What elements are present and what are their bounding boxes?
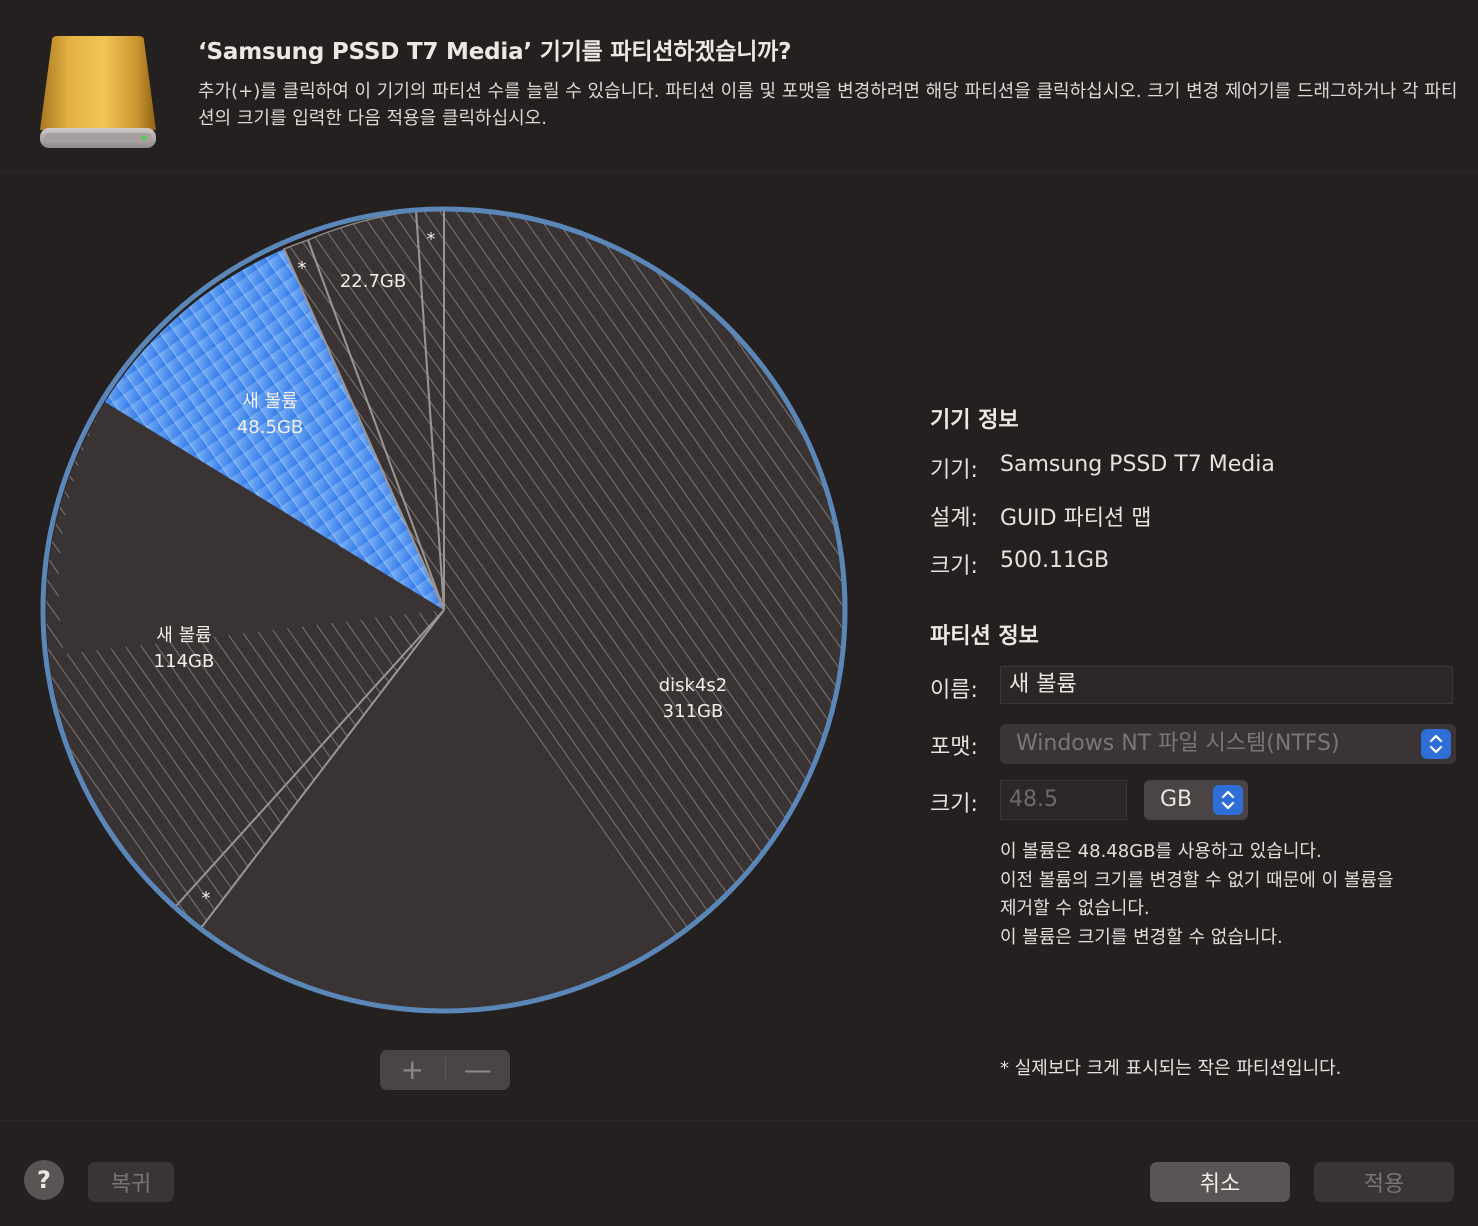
remove-partition-button[interactable]: — — [446, 1050, 511, 1090]
note-line: 제거할 수 없습니다. — [1000, 898, 1150, 919]
segment-label-volume48-size: 48.5GB — [237, 417, 303, 438]
segment-marker-bottom: * — [202, 888, 211, 909]
apply-button[interactable]: 적용 — [1314, 1162, 1454, 1202]
dialog-description: 추가(+)를 클릭하여 이 기기의 파티션 수를 늘릴 수 있습니다. 파티션 … — [198, 81, 1458, 129]
device-label: 기기: — [930, 458, 978, 483]
partition-pie-chart[interactable]: disk4s2 311GB * 새 볼륨 114GB 새 볼륨 48.5GB *… — [36, 202, 852, 1018]
partition-format-value: Windows NT 파일 시스템(NTFS) — [1016, 731, 1340, 756]
revert-button[interactable]: 복귀 — [88, 1162, 174, 1202]
scheme-label: 설계: — [930, 506, 978, 531]
external-drive-icon — [40, 36, 156, 148]
segment-label-volume48-name: 새 볼륨 — [242, 391, 297, 412]
segment-marker-top-left: * — [298, 258, 307, 279]
size-unit-value: GB — [1160, 787, 1193, 812]
small-partition-footnote: * 실제보다 크게 표시되는 작은 파티션입니다. — [1000, 1058, 1342, 1079]
note-line: 이 볼륨은 48.48GB를 사용하고 있습니다. — [1000, 841, 1322, 862]
scheme-value: GUID 파티션 맵 — [1000, 506, 1152, 531]
partition-size-label: 크기: — [930, 792, 978, 817]
partition-info-heading: 파티션 정보 — [930, 624, 1039, 649]
device-info-heading: 기기 정보 — [930, 408, 1019, 433]
add-remove-partition-control: + — — [380, 1050, 510, 1090]
segment-label-volume114-name: 새 볼륨 — [156, 625, 211, 646]
cancel-button[interactable]: 취소 — [1150, 1162, 1290, 1202]
segment-label-22gb-size: 22.7GB — [340, 271, 406, 292]
partition-note: 이 볼륨은 48.48GB를 사용하고 있습니다. 이전 볼륨의 크기를 변경할… — [1000, 838, 1470, 952]
note-line: 이전 볼륨의 크기를 변경할 수 없기 때문에 이 볼륨을 — [1000, 869, 1394, 891]
footer-divider — [0, 1120, 1478, 1121]
partition-format-label: 포맷: — [930, 735, 978, 760]
note-line: 이 볼륨은 크기를 변경할 수 없습니다. — [1000, 926, 1283, 948]
partition-pie-svg[interactable]: disk4s2 311GB * 새 볼륨 114GB 새 볼륨 48.5GB *… — [36, 202, 852, 1018]
partition-name-label: 이름: — [930, 678, 978, 703]
segment-label-disk4s2-name: disk4s2 — [659, 675, 728, 696]
up-down-chevron-icon[interactable] — [1213, 785, 1243, 815]
device-size-label: 크기: — [930, 554, 978, 579]
partition-size-field[interactable]: 48.5 — [1000, 780, 1127, 820]
help-button[interactable]: ? — [24, 1160, 64, 1200]
add-partition-button[interactable]: + — [380, 1050, 445, 1090]
segment-label-disk4s2-size: 311GB — [663, 701, 724, 722]
dialog-header: ‘Samsung PSSD T7 Media’ 기기를 파티션하겠습니까? 추가… — [0, 0, 1478, 172]
device-size-value: 500.11GB — [1000, 548, 1110, 573]
partition-format-select[interactable]: Windows NT 파일 시스템(NTFS) — [1000, 724, 1456, 764]
segment-marker-top: * — [427, 229, 436, 250]
up-down-chevron-icon[interactable] — [1421, 729, 1451, 759]
device-value: Samsung PSSD T7 Media — [1000, 452, 1275, 477]
partition-name-field[interactable]: 새 볼륨 — [1000, 666, 1453, 704]
dialog-title: ‘Samsung PSSD T7 Media’ 기기를 파티션하겠습니까? — [198, 39, 792, 65]
segment-label-volume114-size: 114GB — [154, 651, 215, 672]
